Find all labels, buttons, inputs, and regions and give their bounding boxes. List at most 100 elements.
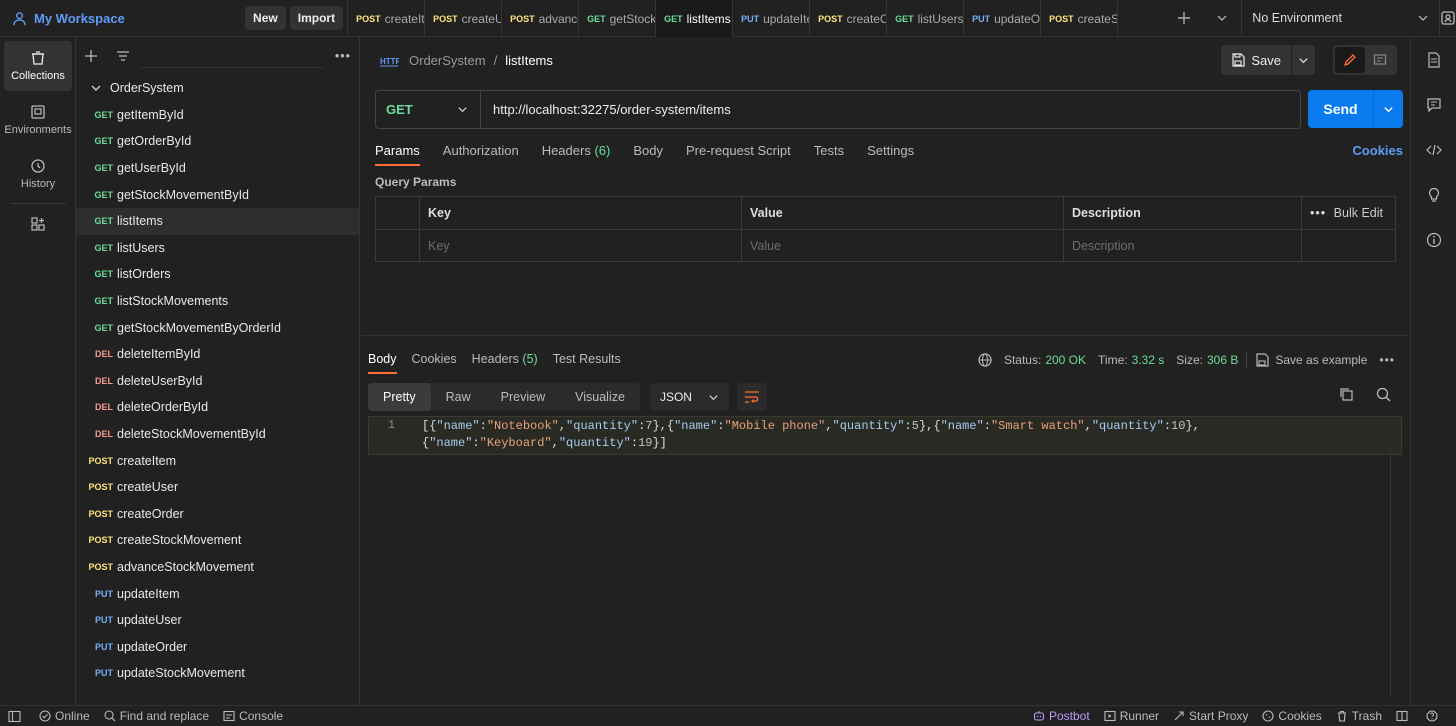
sidebar-request-item[interactable]: GET getStockMovementByOrderId [76, 314, 359, 341]
rail-item-collections[interactable]: Collections [4, 41, 72, 91]
request-tab[interactable]: POSTcreateItem [348, 0, 426, 37]
sidebar-request-item[interactable]: PUT updateItem [76, 580, 359, 607]
cookies-link[interactable]: Cookies [1352, 143, 1403, 158]
save-button[interactable]: Save [1221, 45, 1291, 75]
sidebar-request-item[interactable]: GET getItemById [76, 102, 359, 129]
url-input[interactable]: http://localhost:32275/order-system/item… [481, 102, 731, 117]
view-option[interactable]: Preview [486, 383, 560, 411]
new-button[interactable]: New [245, 6, 286, 30]
more-options-icon[interactable]: ••• [335, 49, 351, 63]
request-config-tab[interactable]: Pre-request Script [686, 143, 791, 166]
cookies-button[interactable]: Cookies [1262, 709, 1322, 723]
response-tab[interactable]: Body [368, 352, 397, 374]
bulk-edit-button[interactable]: Bulk Edit [1334, 206, 1383, 220]
request-tab[interactable]: GET listUsers [887, 0, 965, 37]
request-tab[interactable]: GETgetStockMovementById [579, 0, 657, 37]
save-as-example-button[interactable]: Save as example [1275, 353, 1367, 367]
help-button[interactable] [1426, 710, 1442, 722]
sidebar-request-item[interactable]: GET getUserById [76, 155, 359, 182]
globe-icon[interactable] [978, 353, 992, 367]
request-config-tab[interactable]: Authorization [443, 143, 519, 166]
info-button[interactable] [1411, 217, 1456, 262]
sidebar-request-item[interactable]: DEL deleteOrderById [76, 394, 359, 421]
editor-scrollbar[interactable] [1390, 447, 1391, 697]
request-config-tab[interactable]: Settings [867, 143, 914, 166]
request-tab[interactable]: POSTcreateUser [425, 0, 503, 37]
request-tab[interactable]: GET listItems [656, 0, 734, 37]
response-tab[interactable]: Test Results [553, 352, 621, 374]
response-divider[interactable] [361, 335, 1409, 336]
view-option[interactable]: Raw [431, 383, 486, 411]
request-tab[interactable]: POSTcreateStockMovement [1041, 0, 1119, 37]
request-config-tab[interactable]: Headers (6) [542, 143, 611, 166]
two-pane-button[interactable] [1396, 710, 1412, 722]
chevron-down-icon[interactable] [1216, 12, 1228, 24]
postbot-button[interactable]: Postbot [1033, 709, 1090, 723]
sidebar-request-item[interactable]: DEL deleteStockMovementById [76, 421, 359, 448]
send-options-button[interactable] [1373, 90, 1403, 128]
save-options-button[interactable] [1291, 45, 1315, 75]
code-snippet-button[interactable] [1411, 127, 1456, 172]
method-select[interactable]: GET [376, 91, 481, 128]
description-input[interactable]: Description [1063, 230, 1301, 261]
time-value[interactable]: 3.32 s [1132, 353, 1165, 367]
collection-search-input[interactable] [140, 44, 325, 68]
response-tab[interactable]: Headers (5) [472, 352, 538, 374]
sidebar-request-item[interactable]: POST advanceStockMovement [76, 554, 359, 581]
import-button[interactable]: Import [289, 6, 344, 30]
sidebar-request-item[interactable]: PUT updateStockMovement [76, 660, 359, 687]
online-status[interactable]: Online [39, 709, 90, 723]
sidebar-request-item[interactable]: DEL deleteItemById [76, 341, 359, 368]
more-options-icon[interactable]: ••• [1379, 353, 1395, 367]
start-proxy-button[interactable]: Start Proxy [1173, 709, 1248, 723]
request-config-tab[interactable]: Body [633, 143, 663, 166]
send-button[interactable]: Send [1308, 101, 1373, 117]
view-option[interactable]: Pretty [368, 383, 431, 411]
sidebar-request-item[interactable]: POST createUser [76, 474, 359, 501]
collection-folder[interactable]: OrderSystem [76, 75, 359, 102]
sidebar-request-item[interactable]: POST createOrder [76, 501, 359, 528]
console-button[interactable]: Console [223, 709, 283, 723]
trash-button[interactable]: Trash [1336, 709, 1382, 723]
rail-item-history[interactable]: History [4, 149, 72, 199]
sidebar-request-item[interactable]: POST createItem [76, 447, 359, 474]
configure-sidebar[interactable] [0, 216, 75, 232]
status-value[interactable]: 200 OK [1045, 353, 1086, 367]
wrap-lines-button[interactable] [736, 383, 767, 411]
workspace-title[interactable]: My Workspace [34, 11, 125, 26]
add-collection-icon[interactable] [84, 49, 98, 63]
copy-icon[interactable] [1339, 387, 1354, 402]
related-collections-button[interactable] [1411, 172, 1456, 217]
key-input[interactable]: Key [419, 230, 741, 261]
size-value[interactable]: 306 B [1207, 353, 1238, 367]
sidebar-request-item[interactable]: GET getStockMovementById [76, 181, 359, 208]
toggle-sidebar-button[interactable] [8, 710, 25, 723]
sidebar-request-item[interactable]: POST createStockMovement [76, 527, 359, 554]
runner-button[interactable]: Runner [1104, 709, 1159, 723]
response-tab[interactable]: Cookies [412, 352, 457, 374]
sidebar-request-item[interactable]: GET getOrderById [76, 128, 359, 155]
request-tab[interactable]: PUTupdateOrder [964, 0, 1042, 37]
request-config-tab[interactable]: Params [375, 143, 420, 166]
format-select[interactable]: JSON [649, 383, 729, 411]
request-config-tab[interactable]: Tests [814, 143, 844, 166]
sidebar-request-item[interactable]: PUT updateUser [76, 607, 359, 634]
view-option[interactable]: Visualize [560, 383, 640, 411]
more-options-icon[interactable]: ••• [1310, 206, 1326, 220]
sidebar-request-item[interactable]: PUT updateOrder [76, 633, 359, 660]
value-input[interactable]: Value [741, 230, 1063, 261]
docs-mode-button[interactable] [1365, 47, 1395, 73]
rail-item-environments[interactable]: Environments [4, 95, 72, 145]
request-tab[interactable]: POSTadvanceStockMovement [502, 0, 580, 37]
breadcrumb-request[interactable]: listItems [505, 53, 553, 68]
edit-mode-button[interactable] [1335, 47, 1365, 73]
documentation-button[interactable] [1411, 37, 1456, 82]
filter-icon[interactable] [116, 49, 130, 63]
sidebar-request-item[interactable]: GET listItems [76, 207, 359, 235]
sidebar-request-item[interactable]: GET listStockMovements [76, 288, 359, 315]
comments-button[interactable] [1411, 82, 1456, 127]
request-tab[interactable]: PUTupdateItem [733, 0, 811, 37]
find-replace-button[interactable]: Find and replace [104, 709, 209, 723]
response-body-editor[interactable]: 1 [{"name":"Notebook","quantity":7},{"na… [368, 416, 1402, 455]
sidebar-request-item[interactable]: DEL deleteUserById [76, 368, 359, 395]
